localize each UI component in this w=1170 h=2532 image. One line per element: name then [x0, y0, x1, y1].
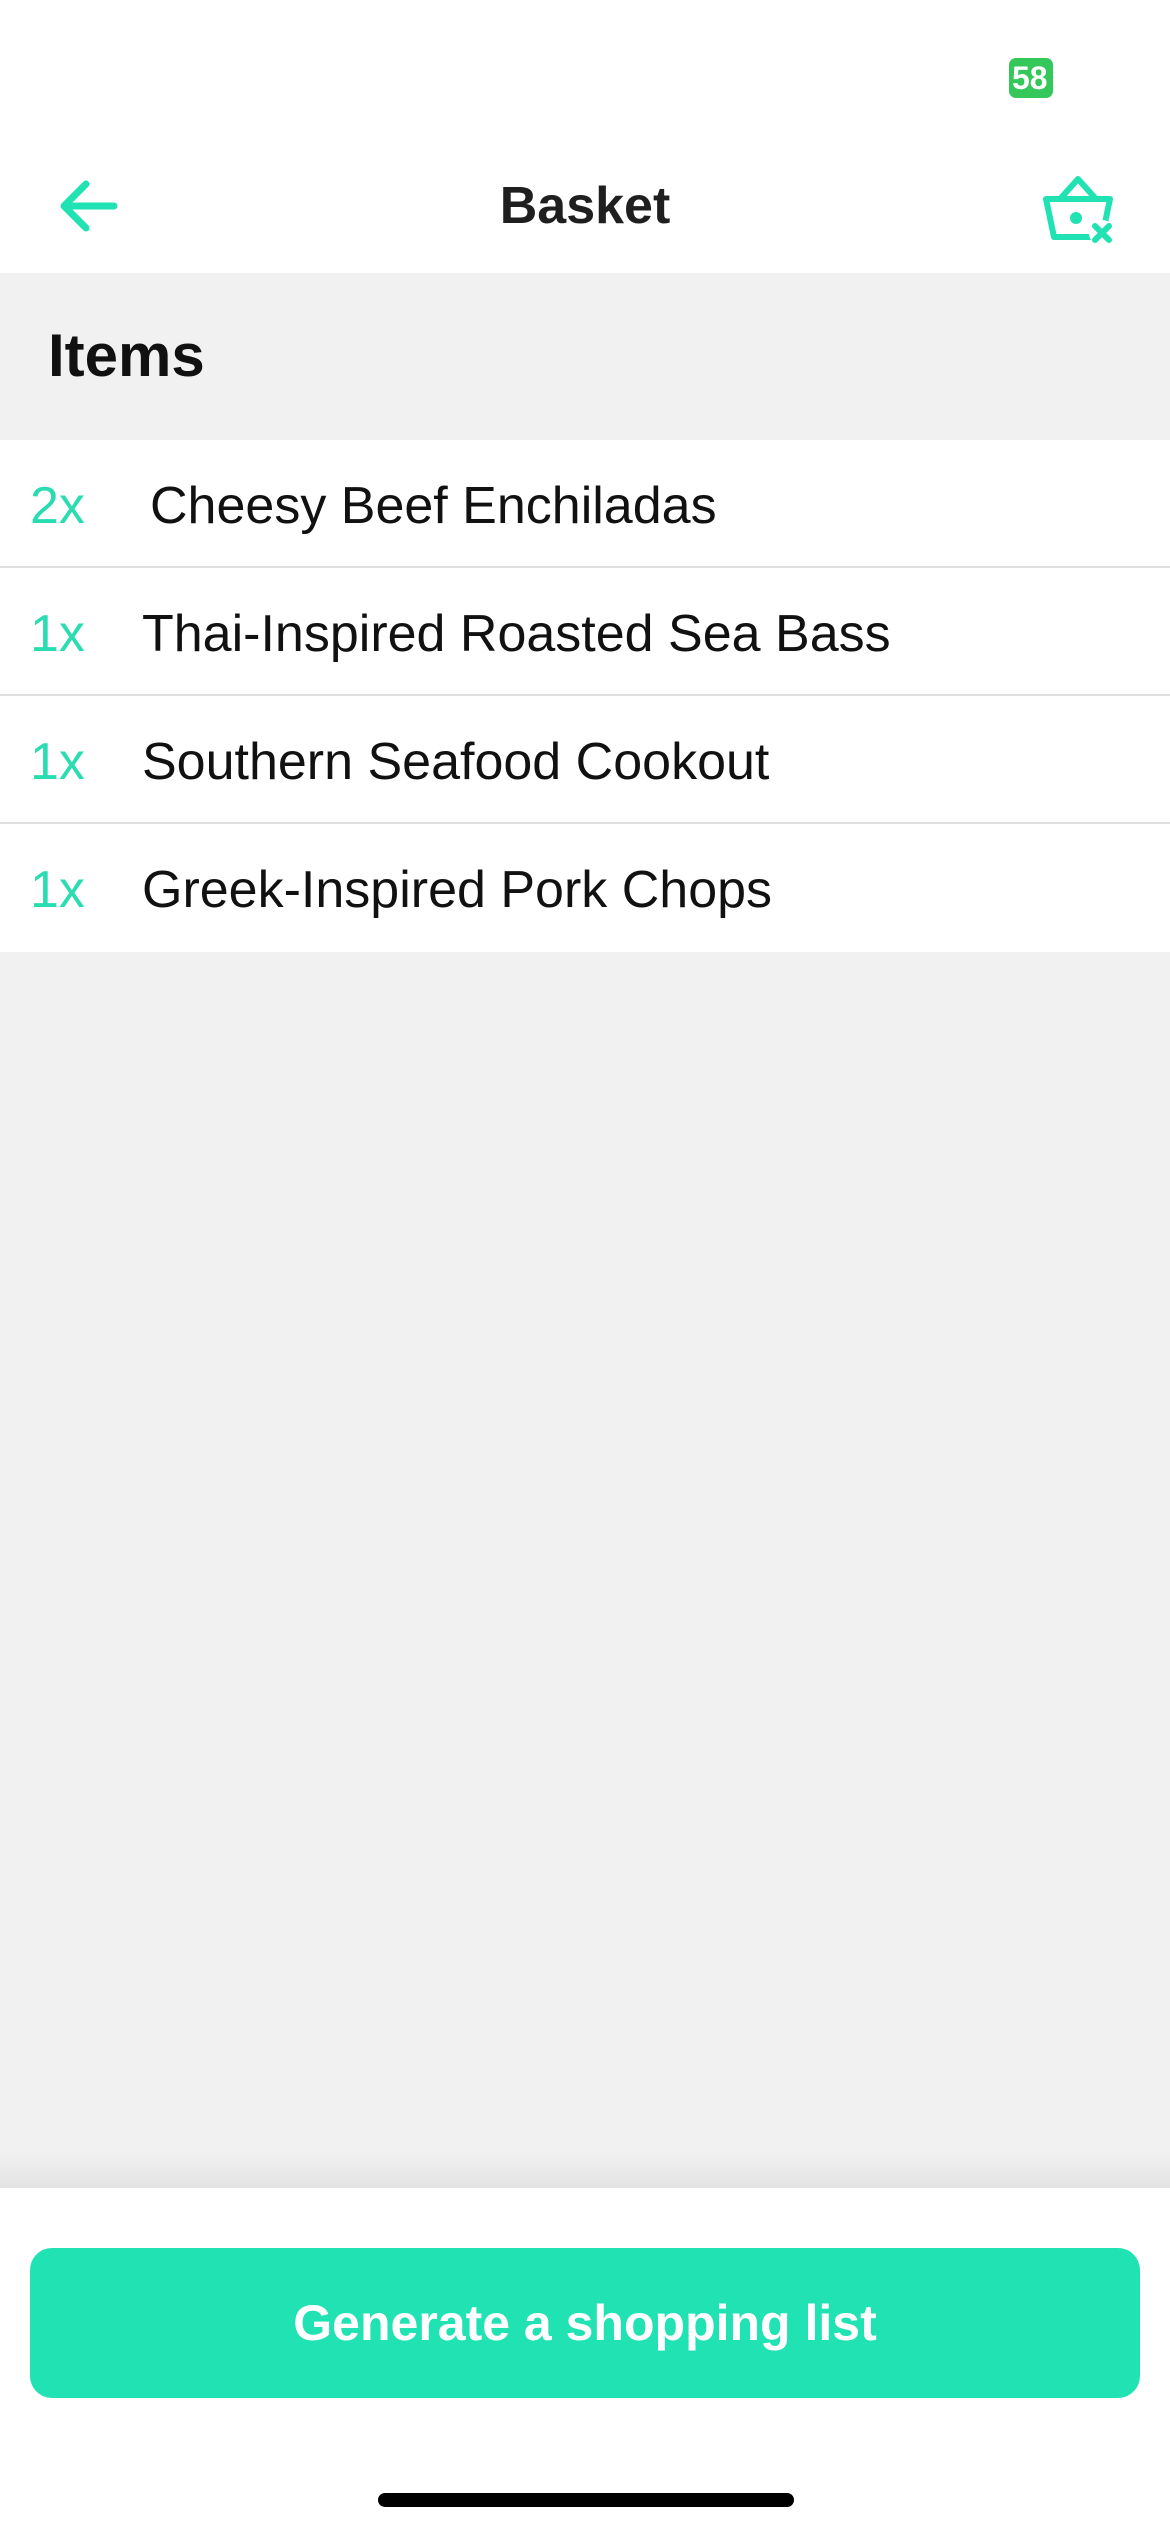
- list-item[interactable]: 2x Cheesy Beef Enchiladas: [0, 440, 1170, 568]
- item-name: Cheesy Beef Enchiladas: [150, 477, 717, 535]
- page-title: Basket: [499, 177, 671, 235]
- list-item[interactable]: 1x Thai-Inspired Roasted Sea Bass: [0, 568, 1170, 696]
- item-quantity: 1x: [30, 861, 85, 919]
- basket-items-list: 2x Cheesy Beef Enchiladas 1x Thai-Inspir…: [0, 440, 1170, 952]
- item-quantity: 1x: [30, 605, 85, 663]
- basket-clear-icon: [1043, 176, 1115, 245]
- item-name: Greek-Inspired Pork Chops: [142, 861, 773, 919]
- footer: Generate a shopping list: [0, 2188, 1170, 2532]
- navigation-bar: Basket: [0, 150, 1170, 273]
- battery-level-badge: 58: [1009, 58, 1053, 98]
- item-quantity: 1x: [30, 733, 85, 791]
- list-item[interactable]: 1x Southern Seafood Cookout: [0, 696, 1170, 824]
- section-header: Items: [0, 273, 1170, 440]
- section-title: Items: [48, 322, 205, 389]
- footer-shadow: [0, 2150, 1170, 2188]
- status-bar: 58: [0, 0, 1170, 150]
- item-name: Thai-Inspired Roasted Sea Bass: [142, 605, 891, 663]
- item-quantity: 2x: [30, 477, 85, 535]
- list-item[interactable]: 1x Greek-Inspired Pork Chops: [0, 824, 1170, 952]
- clear-basket-button[interactable]: [1030, 164, 1126, 254]
- generate-shopping-list-button[interactable]: Generate a shopping list: [30, 2248, 1140, 2398]
- item-name: Southern Seafood Cookout: [142, 733, 770, 791]
- basket-content: Items 2x Cheesy Beef Enchiladas 1x Thai-…: [0, 273, 1170, 2188]
- home-indicator: [378, 2493, 794, 2507]
